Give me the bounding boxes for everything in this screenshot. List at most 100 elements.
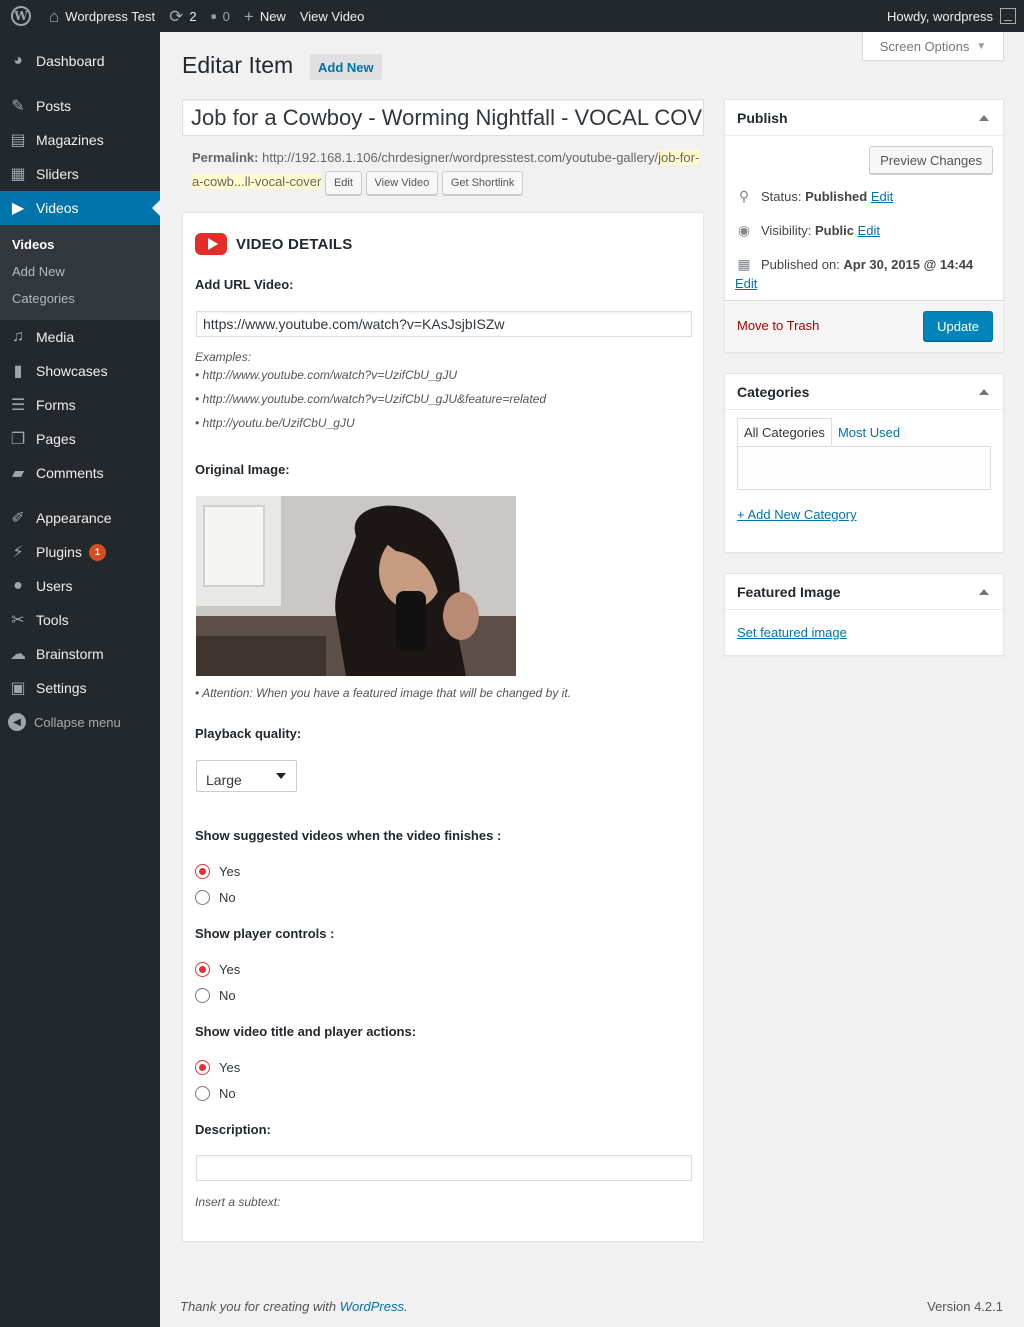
video-url-input[interactable]: https://www.youtube.com/watch?v=KAsJsjbI…: [196, 311, 692, 337]
title-actions-yes-radio[interactable]: Yes: [195, 1060, 240, 1075]
attention-note: • Attention: When you have a featured im…: [195, 686, 571, 700]
player-controls-label: Show player controls :: [195, 926, 335, 941]
publish-header[interactable]: Publish: [725, 100, 1003, 136]
wordpress-link[interactable]: WordPress: [340, 1299, 404, 1314]
edit-status-link[interactable]: Edit: [871, 189, 893, 204]
edit-visibility-link[interactable]: Edit: [858, 223, 880, 238]
sidebar-item-pages[interactable]: ❐ Pages: [0, 422, 160, 456]
screen-options-button[interactable]: Screen Options ▼: [862, 32, 1004, 61]
video-details-box: VIDEO DETAILS Add URL Video: https://www…: [182, 212, 704, 1242]
view-video-button[interactable]: View Video: [365, 170, 439, 195]
permalink-base: http://192.168.1.106/chrdesigner/wordpre…: [262, 150, 659, 165]
tab-all-categories[interactable]: All Categories: [737, 418, 832, 446]
sidebar-item-dashboard[interactable]: ◕ Dashboard: [0, 44, 160, 78]
edit-slug-button[interactable]: Edit: [324, 170, 362, 195]
publish-box: Publish Preview Changes ⚲ Status: Publis…: [724, 99, 1004, 353]
title-actions-no-radio[interactable]: No: [195, 1086, 236, 1101]
comments-link[interactable]: ▪ 0: [204, 0, 237, 32]
submenu-videos[interactable]: Videos: [0, 231, 160, 258]
home-icon: ⌂: [49, 6, 60, 26]
sidebar-item-settings[interactable]: ▣ Settings: [0, 671, 160, 705]
collapse-menu-button[interactable]: ◀ Collapse menu: [0, 705, 160, 739]
published-on-row: ▦ Published on: Apr 30, 2015 @ 14:44: [735, 256, 973, 273]
radio-empty-icon: [195, 988, 210, 1003]
wp-logo-menu[interactable]: W: [0, 0, 42, 32]
example-line: • http://www.youtube.com/watch?v=UzifCbU…: [195, 368, 457, 382]
tab-most-used[interactable]: Most Used: [832, 418, 906, 446]
sidebar-item-brainstorm[interactable]: ☁ Brainstorm: [0, 637, 160, 671]
collapse-toggle-icon[interactable]: [979, 389, 989, 395]
caret-down-icon: ▼: [976, 40, 987, 52]
sidebar-item-users[interactable]: ● Users: [0, 569, 160, 603]
original-image-label: Original Image:: [195, 462, 290, 477]
update-button[interactable]: Update: [923, 311, 993, 341]
user-icon: ●: [13, 577, 23, 594]
admin-sidebar: ◕ Dashboard ✎ Posts ▤ Magazines ▦ Sliders ▶ V…: [0, 32, 160, 1327]
plug-icon: ⚡: [12, 544, 24, 561]
sidebar-item-sliders[interactable]: ▦ Sliders: [0, 157, 160, 191]
radio-checked-icon: [195, 864, 210, 879]
controls-no-radio[interactable]: No: [195, 988, 236, 1003]
categories-header[interactable]: Categories: [725, 374, 1003, 410]
add-new-category-link[interactable]: + Add New Category: [737, 507, 857, 522]
sidebar-item-tools[interactable]: ✂ Tools: [0, 603, 160, 637]
eye-icon: ◉: [737, 222, 751, 238]
collapse-toggle-icon[interactable]: [979, 115, 989, 121]
permalink-label: Permalink:: [192, 150, 259, 165]
set-featured-image-link[interactable]: Set featured image: [737, 625, 847, 640]
suggested-no-radio[interactable]: No: [195, 890, 236, 905]
permalink-row: Permalink: http://192.168.1.106/chrdesig…: [192, 146, 704, 195]
suggested-videos-label: Show suggested videos when the video fin…: [195, 828, 502, 843]
featured-image-box: Featured Image Set featured image: [724, 573, 1004, 656]
footer-thanks: Thank you for creating with WordPress.: [180, 1299, 408, 1314]
post-title-input[interactable]: Job for a Cowboy - Worming Nightfall - V…: [182, 99, 704, 136]
category-checklist: [737, 446, 991, 490]
brainstorm-icon: ☁: [10, 646, 26, 663]
description-input[interactable]: [196, 1155, 692, 1181]
sidebar-item-media[interactable]: ♫ Media: [0, 320, 160, 354]
preview-changes-button[interactable]: Preview Changes: [869, 146, 993, 174]
sidebar-item-forms[interactable]: ☰ Forms: [0, 388, 160, 422]
submenu-categories[interactable]: Categories: [0, 285, 160, 312]
add-new-button[interactable]: Add New: [310, 54, 382, 80]
media-icon: ♫: [12, 328, 24, 345]
edit-date-link[interactable]: Edit: [735, 276, 757, 291]
suggested-yes-radio[interactable]: Yes: [195, 864, 240, 879]
account-menu[interactable]: Howdy, wordpress: [887, 8, 1024, 24]
sidebar-item-magazines[interactable]: ▤ Magazines: [0, 123, 160, 157]
site-name-link[interactable]: ⌂ Wordpress Test: [42, 0, 162, 32]
slides-icon: ▦: [10, 166, 26, 183]
comment-bubble-icon: ▪: [210, 6, 217, 26]
video-thumbnail-image: [196, 496, 516, 676]
showcase-icon: ▮: [13, 363, 23, 380]
settings-icon: ▣: [10, 680, 26, 697]
sidebar-item-showcases[interactable]: ▮ Showcases: [0, 354, 160, 388]
dashboard-icon: ◕: [13, 52, 23, 69]
example-line: • http://www.youtube.com/watch?v=UzifCbU…: [195, 392, 547, 406]
youtube-logo-icon: [195, 233, 227, 255]
collapse-toggle-icon[interactable]: [979, 589, 989, 595]
sidebar-item-comments[interactable]: ▰ Comments: [0, 456, 160, 490]
calendar-icon: ▦: [737, 256, 751, 272]
updates-link[interactable]: ⟳ 2: [162, 0, 203, 32]
move-to-trash-link[interactable]: Move to Trash: [737, 318, 819, 333]
updates-icon: ⟳: [169, 6, 184, 26]
sidebar-item-appearance[interactable]: ✐ Appearance: [0, 501, 160, 535]
forms-icon: ☰: [10, 397, 26, 414]
subtext-label: Insert a subtext:: [195, 1195, 281, 1209]
sidebar-item-videos[interactable]: ▶ Videos: [0, 191, 160, 225]
pin-icon: ⚲: [738, 188, 750, 204]
sidebar-item-plugins[interactable]: ⚡ Plugins 1: [0, 535, 160, 569]
controls-yes-radio[interactable]: Yes: [195, 962, 240, 977]
status-row: ⚲ Status: Published Edit: [735, 188, 893, 205]
radio-empty-icon: [195, 1086, 210, 1101]
featured-image-header[interactable]: Featured Image: [725, 574, 1003, 610]
new-content-link[interactable]: + New: [237, 0, 293, 32]
title-actions-label: Show video title and player actions:: [195, 1024, 417, 1039]
playback-quality-select[interactable]: Large: [196, 760, 297, 792]
description-label: Description:: [195, 1122, 271, 1137]
view-video-link[interactable]: View Video: [293, 0, 372, 32]
sidebar-item-posts[interactable]: ✎ Posts: [0, 89, 160, 123]
submenu-add-new[interactable]: Add New: [0, 258, 160, 285]
get-shortlink-button[interactable]: Get Shortlink: [441, 170, 524, 195]
